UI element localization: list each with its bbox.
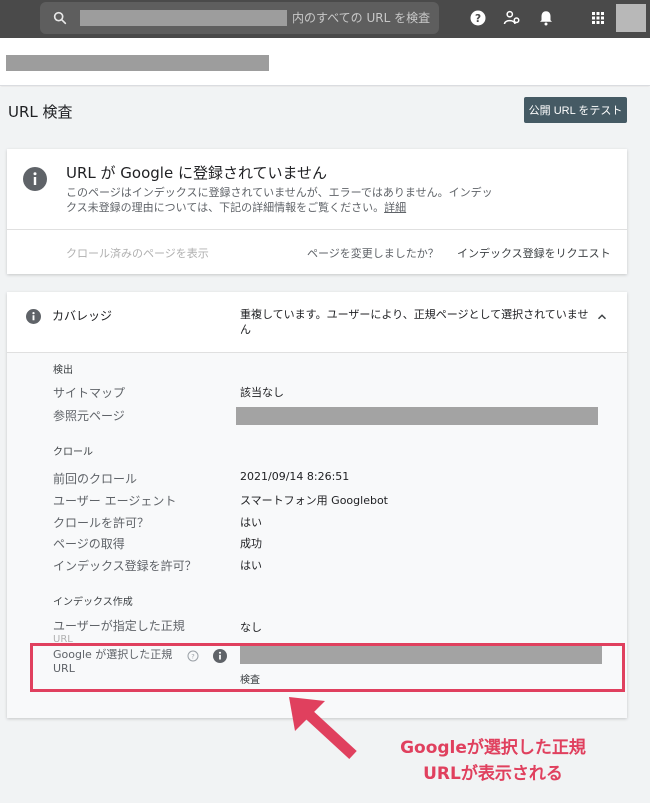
search-placeholder: 内のすべての URL を検査 bbox=[292, 11, 431, 25]
info-icon bbox=[26, 309, 41, 324]
page-changed-question: ページを変更しましたか？ bbox=[307, 247, 439, 260]
last-crawl-label: 前回のクロール bbox=[53, 472, 138, 486]
index-status-card: URL が Google に登録されていません このページはインデックスに登録さ… bbox=[7, 149, 627, 274]
highlight-box bbox=[30, 643, 625, 692]
bell-icon[interactable] bbox=[537, 9, 555, 27]
inspected-url-bar bbox=[0, 38, 650, 86]
search-icon bbox=[53, 11, 67, 25]
info-icon bbox=[23, 167, 47, 191]
user-settings-icon[interactable] bbox=[503, 9, 521, 27]
sitemap-value: 該当なし bbox=[240, 386, 284, 399]
crawl-allowed-value: はい bbox=[240, 516, 262, 529]
last-crawl-value: 2021/09/14 8:26:51 bbox=[240, 470, 350, 483]
crawl-allowed-label: クロールを許可？ bbox=[53, 516, 150, 530]
referring-page-redacted bbox=[236, 407, 598, 425]
referring-page-label: 参照元ページ bbox=[53, 409, 125, 423]
coverage-value: 重複しています。ユーザーにより、正規ページとして選択されていません bbox=[240, 308, 589, 336]
help-icon[interactable]: ? bbox=[469, 9, 487, 27]
annotation-text: Googleが選択した正規 URLが表示される bbox=[378, 735, 608, 787]
top-app-bar: 内のすべての URL を検査 ? bbox=[0, 0, 650, 38]
annotation-arrow-icon bbox=[289, 697, 357, 760]
svg-text:?: ? bbox=[475, 13, 481, 25]
chevron-up-icon[interactable] bbox=[595, 310, 609, 324]
annotation-line-2: URLが表示される bbox=[423, 764, 563, 784]
status-description: このページはインデックスに登録されていませんが、エラーではありません。インデック… bbox=[66, 185, 496, 215]
property-url-redacted bbox=[80, 10, 287, 26]
user-canonical-value: なし bbox=[240, 621, 262, 634]
page-fetch-value: 成功 bbox=[240, 537, 262, 550]
status-description-text: このページはインデックスに登録されていませんが、エラーではありません。インデック… bbox=[66, 186, 493, 214]
coverage-header[interactable]: カバレッジ 重複しています。ユーザーにより、正規ページとして選択されていません bbox=[7, 292, 627, 352]
card-divider bbox=[7, 229, 627, 230]
details-link[interactable]: 詳細 bbox=[384, 201, 406, 214]
section-heading-indexing: インデックス作成 bbox=[53, 597, 133, 608]
indexing-allowed-label: インデックス登録を許可？ bbox=[53, 559, 197, 573]
section-heading-crawl: クロール bbox=[53, 447, 93, 458]
request-indexing-button[interactable]: インデックス登録をリクエスト bbox=[457, 245, 611, 261]
coverage-label: カバレッジ bbox=[52, 309, 113, 323]
page-title: URL 検査 bbox=[8, 103, 73, 121]
user-canonical-label-line1: ユーザーが指定した正規 bbox=[53, 619, 185, 633]
user-agent-value: スマートフォン用 Googlebot bbox=[240, 494, 388, 507]
indexing-allowed-value: はい bbox=[240, 559, 262, 572]
apps-grid-icon[interactable] bbox=[589, 9, 607, 27]
status-title: URL が Google に登録されていません bbox=[66, 164, 328, 182]
search-box[interactable]: 内のすべての URL を検査 bbox=[40, 2, 439, 34]
inspected-url-redacted bbox=[6, 55, 269, 71]
page-fetch-label: ページの取得 bbox=[53, 537, 125, 551]
sitemap-label: サイトマップ bbox=[53, 386, 126, 400]
section-heading-discovery: 検出 bbox=[53, 365, 73, 376]
user-agent-label: ユーザー エージェント bbox=[53, 494, 177, 508]
avatar[interactable] bbox=[616, 4, 646, 32]
view-crawled-page-link[interactable]: クロール済みのページを表示 bbox=[66, 245, 209, 261]
annotation-line-1: Googleが選択した正規 bbox=[400, 738, 586, 758]
test-live-url-button[interactable]: 公開 URL をテスト bbox=[524, 97, 627, 123]
